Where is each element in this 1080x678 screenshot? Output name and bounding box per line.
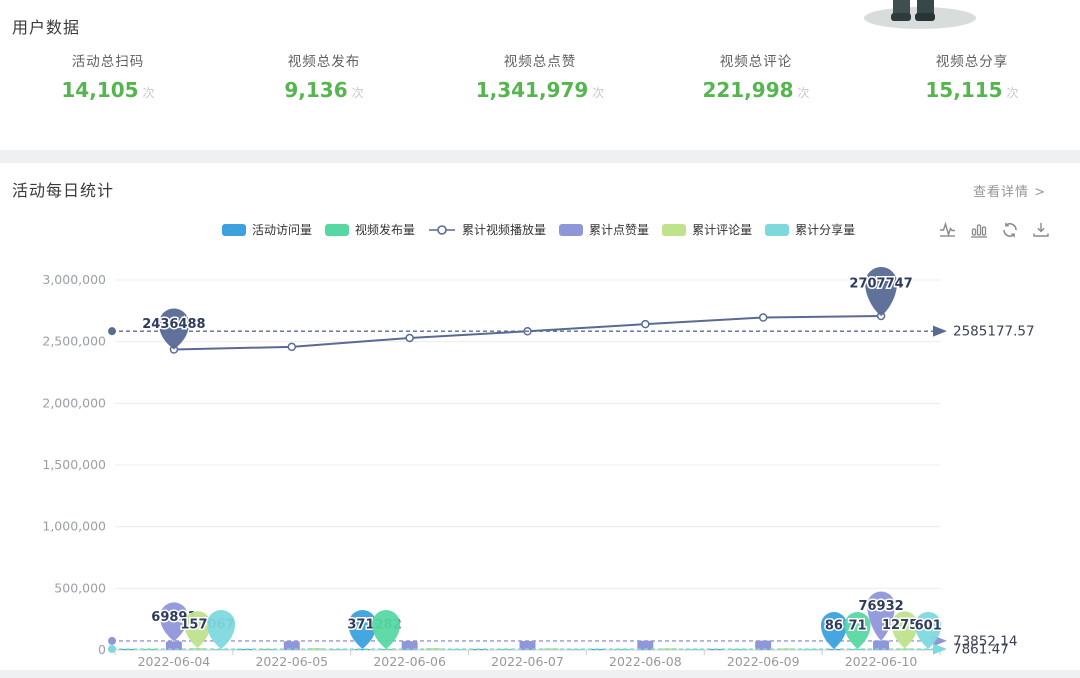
daily-stats-card: 活动每日统计 查看详情 > 活动访问量 视频发布量 累计视频播放量 累计点赞量 累计评论… (0, 163, 1080, 670)
svg-text:3,000,000: 3,000,000 (42, 272, 106, 287)
y-axis-labels: 0 500,000 1,000,000 1,500,000 2,000,000 2,500… (42, 272, 106, 657)
svg-text:2436488: 2436488 (142, 317, 205, 332)
line-series (170, 313, 884, 353)
svg-text:2022-06-05: 2022-06-05 (255, 654, 328, 669)
svg-text:2022-06-04: 2022-06-04 (138, 654, 211, 669)
stat-value: 14,105次 (0, 78, 216, 102)
daily-stats-chart[interactable]: 0 500,000 1,000,000 1,500,000 2,000,000 2,500… (0, 250, 1080, 670)
svg-text:601: 601 (915, 618, 942, 633)
chart-legend: 活动访问量 视频发布量 累计视频播放量 累计点赞量 累计评论量 累计分享量 (222, 221, 855, 238)
svg-text:2585177.57: 2585177.57 (953, 324, 1035, 340)
svg-text:1,000,000: 1,000,000 (42, 519, 106, 534)
svg-text:2022-06-07: 2022-06-07 (491, 654, 564, 669)
legend-swatch (559, 224, 583, 236)
user-data-card: 用户数据 活动总扫码 14,105次视频总发布 9,136次视频总点赞 1,341,9… (0, 0, 1080, 150)
bar-chart-icon[interactable] (970, 221, 988, 239)
svg-text:2022-06-09: 2022-06-09 (727, 654, 800, 669)
legend-item-3[interactable]: 累计点赞量 (559, 221, 649, 238)
svg-text:500,000: 500,000 (54, 580, 106, 595)
x-axis: 2022-06-04 2022-06-05 2022-06-06 2022-06-07… (108, 650, 945, 669)
user-data-title: 用户数据 (12, 14, 80, 38)
stat-label: 视频总评论 (648, 50, 864, 70)
stat-label: 视频总发布 (216, 50, 432, 70)
legend-line-symbol (428, 223, 456, 237)
svg-text:71: 71 (848, 619, 866, 634)
stat-value: 9,136次 (216, 78, 432, 102)
grid-lines (115, 280, 940, 588)
legend-item-1[interactable]: 视频发布量 (325, 221, 415, 238)
stat-label: 活动总扫码 (0, 50, 216, 70)
view-details-link[interactable]: 查看详情 > (973, 181, 1046, 200)
legend-item-5[interactable]: 累计分享量 (765, 221, 855, 238)
line-chart-icon[interactable] (939, 221, 957, 239)
legend-item-4[interactable]: 累计评论量 (662, 221, 752, 238)
legend-item-0[interactable]: 活动访问量 (222, 221, 312, 238)
legend-label: 活动访问量 (252, 221, 312, 238)
legend-label: 累计分享量 (795, 221, 855, 238)
stat-value: 1,341,979次 (432, 78, 648, 102)
stat-card-3: 视频总评论 221,998次 (648, 50, 864, 102)
svg-text:0: 0 (98, 642, 106, 657)
stat-card-4: 视频总分享 15,115次 (864, 50, 1080, 102)
svg-text:2,500,000: 2,500,000 (42, 334, 106, 349)
stat-value: 221,998次 (648, 78, 864, 102)
legend-label: 累计点赞量 (589, 221, 649, 238)
legend-label: 视频发布量 (355, 221, 415, 238)
legend-swatch (662, 224, 686, 236)
svg-text:2022-06-06: 2022-06-06 (373, 654, 446, 669)
chart-toolbox (939, 221, 1050, 239)
svg-text:7861.47: 7861.47 (953, 642, 1009, 658)
svg-text:2022-06-08: 2022-06-08 (609, 654, 682, 669)
svg-text:2022-06-10: 2022-06-10 (845, 654, 918, 669)
svg-text:1,500,000: 1,500,000 (42, 457, 106, 472)
svg-text:2707747: 2707747 (849, 277, 912, 292)
legend-swatch (765, 224, 789, 236)
legend-item-2[interactable]: 累计视频播放量 (428, 221, 546, 238)
download-icon[interactable] (1032, 221, 1050, 239)
dashboard-page: 用户数据 活动总扫码 14,105次视频总发布 9,136次视频总点赞 1,341,9… (0, 0, 1080, 678)
legend-swatch (222, 224, 246, 236)
refresh-icon[interactable] (1001, 221, 1019, 239)
stat-card-2: 视频总点赞 1,341,979次 (432, 50, 648, 102)
legend-swatch (325, 224, 349, 236)
chart-area: 0 500,000 1,000,000 1,500,000 2,000,000 2,500… (0, 250, 1080, 670)
stats-row: 活动总扫码14,105次视频总发布9,136次视频总点赞1,341,979次视频… (0, 50, 1080, 102)
person-legs-graphic (855, 0, 985, 30)
legend-label: 累计视频播放量 (462, 221, 546, 238)
daily-stats-title: 活动每日统计 (12, 177, 114, 201)
legend-label: 累计评论量 (692, 221, 752, 238)
stat-label: 视频总点赞 (432, 50, 648, 70)
person-legs-illustration (855, 0, 985, 30)
mark-point-pins: 2436488270774769891157067371282867176932… (142, 267, 942, 649)
stat-card-1: 视频总发布 9,136次 (216, 50, 432, 102)
stat-value: 15,115次 (864, 78, 1080, 102)
svg-text:2,000,000: 2,000,000 (42, 395, 106, 410)
stat-card-0: 活动总扫码 14,105次 (0, 50, 216, 102)
svg-text:76932: 76932 (858, 599, 903, 614)
svg-text:86: 86 (825, 619, 843, 634)
stat-label: 视频总分享 (864, 50, 1080, 70)
